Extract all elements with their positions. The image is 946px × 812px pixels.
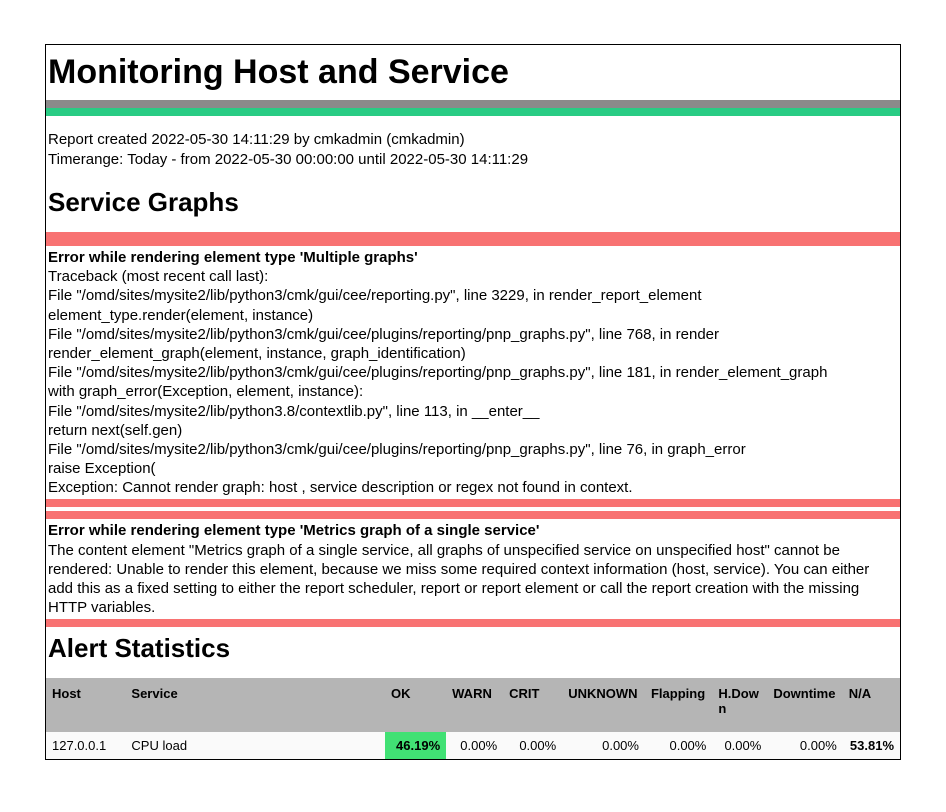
error-body-1: Traceback (most recent call last): File … bbox=[48, 267, 898, 497]
error-bar-bottom-2 bbox=[46, 619, 900, 627]
error-bar-top-2 bbox=[46, 511, 900, 519]
error-block-2: Error while rendering element type 'Metr… bbox=[46, 519, 900, 619]
report-timerange-line: Timerange: Today - from 2022-05-30 00:00… bbox=[48, 150, 898, 170]
cell-host: 127.0.0.1 bbox=[46, 732, 125, 759]
cell-ok: 46.19% bbox=[385, 732, 446, 759]
th-flapping: Flapping bbox=[645, 678, 712, 732]
cell-service: CPU load bbox=[125, 732, 385, 759]
section-alert-statistics: Alert Statistics bbox=[46, 633, 900, 664]
cell-crit: 0.00% bbox=[503, 732, 562, 759]
report-container: Monitoring Host and Service Report creat… bbox=[45, 44, 901, 760]
th-na: N/A bbox=[843, 678, 900, 732]
th-warn: WARN bbox=[446, 678, 503, 732]
error-block-1: Error while rendering element type 'Mult… bbox=[46, 246, 900, 499]
section-service-graphs: Service Graphs bbox=[46, 187, 900, 218]
cell-na: 53.81% bbox=[843, 732, 900, 759]
alert-statistics-table: Host Service OK WARN CRIT UNKNOWN Flappi… bbox=[46, 678, 900, 759]
cell-unknown: 0.00% bbox=[562, 732, 645, 759]
error-bar-top-1 bbox=[46, 232, 900, 246]
th-unknown: UNKNOWN bbox=[562, 678, 645, 732]
th-host: Host bbox=[46, 678, 125, 732]
error-body-2: The content element "Metrics graph of a … bbox=[48, 541, 898, 618]
divider-grey bbox=[46, 100, 900, 108]
th-downtime: Downtime bbox=[767, 678, 842, 732]
th-service: Service bbox=[125, 678, 385, 732]
error-title-2: Error while rendering element type 'Metr… bbox=[48, 519, 898, 540]
cell-warn: 0.00% bbox=[446, 732, 503, 759]
error-bar-bottom-1 bbox=[46, 499, 900, 507]
report-created-line: Report created 2022-05-30 14:11:29 by cm… bbox=[48, 130, 898, 150]
table-row: 127.0.0.1 CPU load 46.19% 0.00% 0.00% 0.… bbox=[46, 732, 900, 759]
cell-hdown: 0.00% bbox=[712, 732, 767, 759]
cell-flapping: 0.00% bbox=[645, 732, 712, 759]
error-title-1: Error while rendering element type 'Mult… bbox=[48, 246, 898, 267]
th-ok: OK bbox=[385, 678, 446, 732]
table-header-row: Host Service OK WARN CRIT UNKNOWN Flappi… bbox=[46, 678, 900, 732]
report-title: Monitoring Host and Service bbox=[46, 53, 900, 92]
report-meta: Report created 2022-05-30 14:11:29 by cm… bbox=[46, 116, 900, 175]
th-hdown: H.Down bbox=[712, 678, 767, 732]
cell-downtime: 0.00% bbox=[767, 732, 842, 759]
th-crit: CRIT bbox=[503, 678, 562, 732]
divider-green bbox=[46, 108, 900, 116]
